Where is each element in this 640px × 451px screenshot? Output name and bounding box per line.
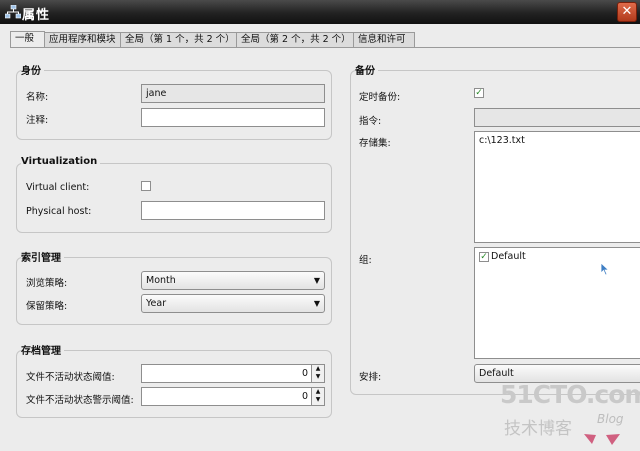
group-label: 组: [359, 255, 372, 266]
chevron-down-icon: ▼ [313, 276, 320, 285]
virtual-client-checkbox[interactable] [141, 181, 151, 191]
virtualization-group [16, 163, 332, 233]
comment-label: 注释: [26, 115, 49, 126]
inactive-warning-value: 0 [301, 391, 308, 402]
saveset-label: 存储集: [359, 138, 391, 149]
identity-group [16, 70, 332, 140]
browse-policy-value: Month [146, 275, 176, 286]
tab-general[interactable]: 一般 [10, 31, 45, 48]
command-field[interactable] [474, 108, 640, 127]
window-title: 属性 [22, 8, 51, 23]
virtual-client-label: Virtual client: [26, 182, 90, 193]
heart-icon [584, 434, 620, 445]
inactive-threshold-value: 0 [301, 368, 308, 379]
spinner-arrows-icon[interactable]: ▲ ▼ [311, 365, 324, 382]
backup-group-title: 备份 [355, 62, 378, 77]
index-management-group [16, 257, 332, 325]
retention-policy-label: 保留策略: [26, 301, 68, 312]
schedule-value: Default [479, 368, 514, 379]
watermark-sub: 技术博客 [504, 419, 572, 439]
mouse-cursor-icon [600, 262, 610, 276]
watermark-blog: Blog [597, 412, 624, 426]
chevron-down-icon: ▼ [313, 299, 320, 308]
inactive-threshold-label: 文件不活动状态阈值: [26, 372, 115, 383]
group-default-checkbox[interactable]: ✓ [479, 252, 489, 262]
tab-info-license[interactable]: 信息和许可 [353, 32, 415, 47]
saveset-textarea[interactable]: c:\123.txt [474, 131, 640, 243]
tab-content-border [10, 47, 640, 48]
tab-global-1[interactable]: 全局（第 1 个，共 2 个） [120, 32, 237, 47]
index-management-title: 索引管理 [21, 249, 64, 264]
browse-policy-select[interactable]: Month ▼ [141, 271, 325, 290]
scheduled-backup-checkbox[interactable]: ✓ [474, 88, 484, 98]
physical-host-field[interactable] [141, 201, 325, 220]
virtualization-group-title: Virtualization [21, 156, 101, 167]
network-icon [5, 5, 21, 19]
scheduled-backup-label: 定时备份: [359, 92, 401, 103]
name-label: 名称: [26, 92, 49, 103]
inactive-warning-label: 文件不活动状态警示阈值: [26, 395, 134, 406]
browse-policy-label: 浏览策略: [26, 278, 68, 289]
archive-management-title: 存档管理 [21, 342, 64, 357]
tab-apps-modules[interactable]: 应用程序和模块 [44, 32, 121, 47]
group-default-label: Default [491, 251, 526, 262]
schedule-label: 安排: [359, 372, 382, 383]
command-label: 指令: [359, 116, 382, 127]
spinner-arrows-icon[interactable]: ▲ ▼ [311, 388, 324, 405]
watermark-logo: 51CTO.com 技术博客 Blog [500, 380, 640, 446]
inactive-threshold-spinner[interactable]: 0 ▲ ▼ [141, 364, 325, 383]
watermark-main: 51CTO.com [500, 380, 640, 409]
list-item[interactable]: ✓ Default [479, 251, 639, 263]
title-bar: 属性 ✕ [0, 0, 640, 24]
inactive-warning-spinner[interactable]: 0 ▲ ▼ [141, 387, 325, 406]
physical-host-label: Physical host: [26, 206, 92, 217]
close-icon[interactable]: ✕ [617, 2, 637, 22]
identity-group-title: 身份 [21, 62, 44, 77]
comment-field[interactable] [141, 108, 325, 127]
retention-policy-value: Year [146, 298, 167, 309]
group-list[interactable]: ✓ Default [474, 247, 640, 359]
tab-global-2[interactable]: 全局（第 2 个，共 2 个） [236, 32, 354, 47]
archive-management-group [16, 350, 332, 418]
name-field[interactable]: jane [141, 84, 325, 103]
retention-policy-select[interactable]: Year ▼ [141, 294, 325, 313]
